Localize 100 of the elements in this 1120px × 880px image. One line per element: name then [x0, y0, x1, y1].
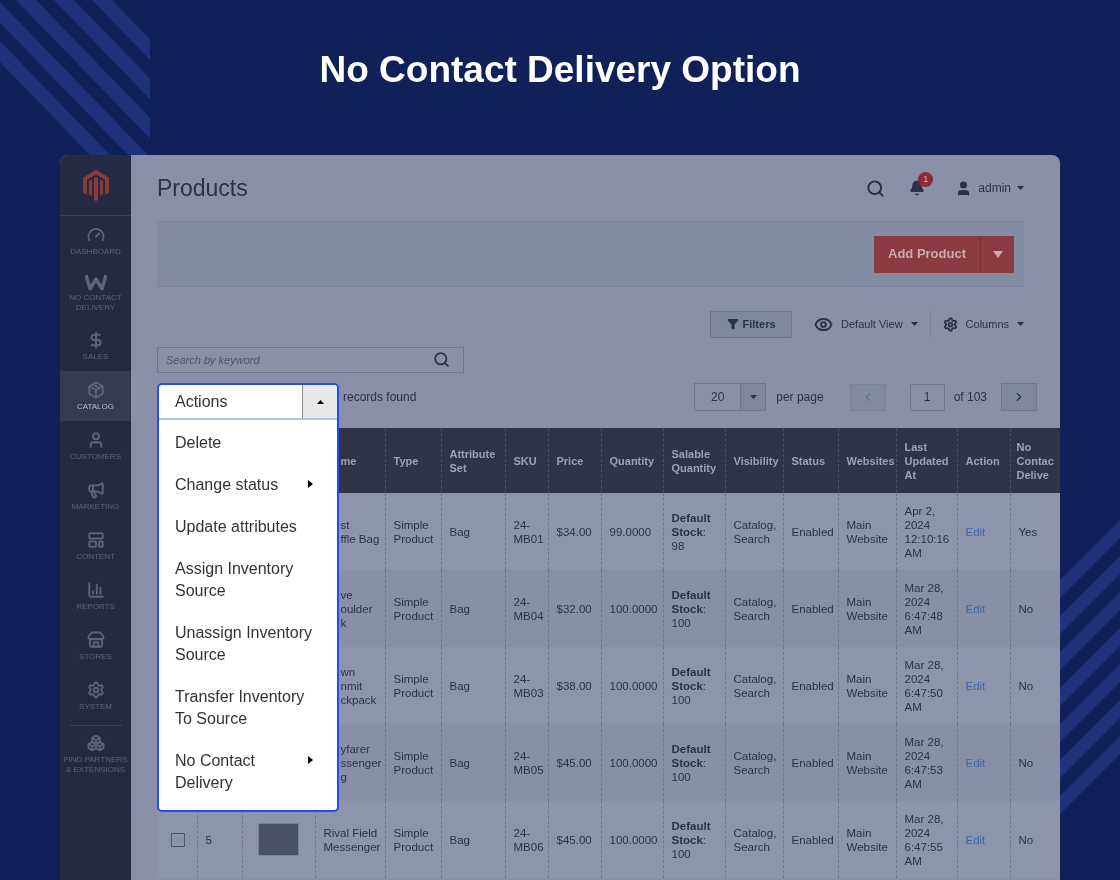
table-cell: Bag: [449, 833, 470, 846]
table-cell: Catalog, Search: [733, 826, 777, 853]
photo-placeholder: [258, 823, 299, 856]
table-cell: No: [1018, 602, 1034, 615]
table-cell-text: yfarer ssenger g: [339, 741, 383, 784]
row-checkbox[interactable]: [171, 832, 185, 847]
table-cell: 24- MB04: [513, 595, 544, 622]
table-cell: Default Stock: 100: [671, 665, 711, 706]
table-cell: No: [1018, 833, 1034, 846]
store-icon: [86, 630, 105, 649]
table-cell: Bag: [449, 602, 470, 615]
bar-chart-icon: [86, 580, 105, 599]
menu-item[interactable]: No Contact Delivery: [159, 740, 337, 804]
table-cell: 24- MB05: [513, 749, 544, 776]
table-cell: No: [1018, 756, 1034, 769]
menu-item[interactable]: Unassign Inventory Source: [159, 612, 337, 676]
table-cell: $34.00: [556, 525, 592, 538]
megaphone-icon: [86, 480, 105, 499]
table-cell: Default Stock: 98: [671, 511, 711, 552]
view-dropdown[interactable]: Default View: [814, 314, 918, 334]
menu-item[interactable]: Assign Inventory Source: [159, 548, 337, 612]
table-cell: Enabled: [791, 833, 834, 846]
table-cell: 5: [205, 833, 212, 846]
table-cell: 99.0000: [609, 525, 652, 538]
table-cell: Mar 28, 2024 6:47:55 AM: [904, 812, 944, 867]
table-cell: Main Website: [846, 749, 888, 776]
table-cell: No: [1018, 679, 1034, 692]
table-cell: Main Website: [846, 672, 888, 699]
page-title: Products: [157, 173, 248, 203]
table-cell: 100.0000: [609, 602, 658, 615]
table-cell: Default Stock: 100: [671, 819, 711, 860]
sidebar-label: SYSTEM: [78, 701, 113, 712]
caret-icon: [1017, 186, 1024, 190]
page-input[interactable]: 1: [909, 383, 945, 411]
table-cell: Simple Product: [393, 826, 434, 853]
table-cell-text: Rival Field Messenger: [323, 825, 382, 854]
columns-dropdown[interactable]: Columns: [942, 315, 1024, 333]
blocks-icon: [86, 734, 105, 752]
table-cell: 100.0000: [609, 679, 658, 692]
table-cell: Mar 28, 2024 6:47:48 AM: [904, 581, 944, 636]
gauge-icon: [86, 225, 105, 244]
user-menu[interactable]: admin: [955, 179, 1024, 197]
settings-icon: [86, 680, 105, 699]
table-cell-text: wn nmit ckpack: [339, 664, 378, 707]
table-cell: 24- MB06: [513, 826, 544, 853]
table-cell: Apr 2, 2024 12:10:16 AM: [904, 504, 950, 559]
table-cell: 100.0000: [609, 833, 658, 846]
caret-icon: [316, 399, 324, 404]
table-cell: 100.0000: [609, 756, 658, 769]
table-cell: Simple Product: [393, 749, 434, 776]
table-cell: Enabled: [791, 679, 834, 692]
table-cell: Enabled: [791, 525, 834, 538]
table-cell: Main Website: [846, 518, 888, 545]
table-cell: Simple Product: [393, 595, 434, 622]
hexagon-logo-icon: [81, 169, 110, 201]
actions-dropdown[interactable]: Actions Delete Change status Update attributes Assign Inventory Source Unassign Inventory Source Transfer Inventory To Source No Contact Delivery: [157, 383, 339, 812]
bell-icon[interactable]: [909, 180, 926, 196]
menu-item[interactable]: Update attributes: [159, 506, 337, 548]
table-cell: Main Website: [846, 595, 888, 622]
per-page-select[interactable]: 20: [694, 383, 767, 411]
table-cell: Catalog, Search: [733, 749, 777, 776]
table-cell: $32.00: [556, 602, 592, 615]
table-cell: Bag: [449, 756, 470, 769]
search-icon[interactable]: [433, 351, 450, 368]
table-cell: Yes: [1018, 525, 1038, 538]
banner-title: No Contact Delivery Option: [319, 48, 801, 93]
box-icon: [86, 380, 105, 399]
sidebar-item[interactable]: SYSTEM: [60, 671, 131, 721]
settings-icon: [942, 316, 958, 332]
table-cell-text: ve oulder k: [339, 587, 374, 630]
caret-icon: [1017, 322, 1024, 326]
submenu-arrow-icon: [308, 756, 313, 764]
table-cell: Bag: [449, 525, 470, 538]
zigzag-logo-icon: [84, 274, 107, 290]
table-cell: Enabled: [791, 756, 834, 769]
table-cell: Catalog, Search: [733, 518, 777, 545]
table-cell: Catalog, Search: [733, 672, 777, 699]
table-cell: Mar 28, 2024 6:47:50 AM: [904, 658, 944, 713]
menu-item[interactable]: Transfer Inventory To Source: [159, 676, 337, 740]
table-cell: Mar 28, 2024 6:47:53 AM: [904, 735, 944, 790]
caret-icon: [992, 250, 1003, 258]
caret-icon: [910, 322, 918, 326]
table-cell: Simple Product: [393, 518, 434, 545]
search-field[interactable]: Search by keyword: [157, 347, 464, 373]
table-cell: Bag: [449, 679, 470, 692]
table-cell: $45.00: [556, 833, 592, 846]
table-cell: 24- MB01: [513, 518, 544, 545]
notification-badge: 1: [918, 172, 934, 187]
table-cell: Default Stock: 100: [671, 742, 711, 783]
table-cell: Simple Product: [393, 672, 434, 699]
table-cell: 24- MB03: [513, 672, 544, 699]
search-icon[interactable]: [866, 178, 886, 198]
actions-label: Actions: [174, 391, 229, 412]
table-cell: $45.00: [556, 756, 592, 769]
table-cell: Main Website: [846, 826, 888, 853]
page-count: of 103: [953, 389, 987, 406]
caret-icon: [749, 395, 757, 399]
sidebar-label: CATALOG: [75, 401, 115, 412]
sidebar-item[interactable]: CATALOG: [60, 371, 131, 421]
filters-button[interactable]: Filters: [710, 310, 793, 338]
